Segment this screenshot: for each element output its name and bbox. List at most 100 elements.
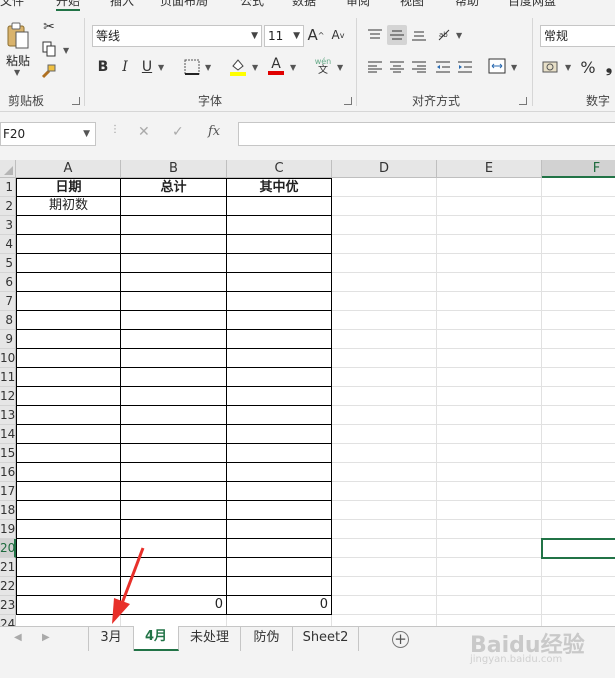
cell-f6[interactable] bbox=[542, 273, 615, 292]
row-header-1[interactable]: 1 bbox=[0, 178, 16, 197]
row-header-18[interactable]: 18 bbox=[0, 501, 16, 520]
italic-button[interactable]: I bbox=[116, 57, 134, 77]
row-header-13[interactable]: 13 bbox=[0, 406, 16, 425]
cell-a8[interactable] bbox=[16, 311, 121, 330]
font-name-combo[interactable]: 等线 ▼ bbox=[92, 25, 262, 47]
cell-b10[interactable] bbox=[121, 349, 227, 368]
cell-d18[interactable] bbox=[332, 501, 437, 520]
cell-f13[interactable] bbox=[542, 406, 615, 425]
cell-e14[interactable] bbox=[437, 425, 542, 444]
cell-a23[interactable] bbox=[16, 596, 121, 615]
cell-e11[interactable] bbox=[437, 368, 542, 387]
cell-d1[interactable] bbox=[332, 178, 437, 197]
cell-a4[interactable] bbox=[16, 235, 121, 254]
orientation-icon[interactable]: ab bbox=[435, 25, 455, 45]
tab-file[interactable]: 文件 bbox=[0, 0, 24, 9]
tab-help[interactable]: 帮助 bbox=[455, 0, 479, 9]
worksheet-grid[interactable]: ABCDEF 1 2 3 4 5 6 7 8 9 10 11 12 13 14 15 16 17 18 19 20 21… bbox=[0, 160, 615, 626]
cell-f3[interactable] bbox=[542, 216, 615, 235]
cell-b1[interactable]: 总计 bbox=[121, 178, 227, 197]
cell-b19[interactable] bbox=[121, 520, 227, 539]
cell-b12[interactable] bbox=[121, 387, 227, 406]
cell-d14[interactable] bbox=[332, 425, 437, 444]
cell-f17[interactable] bbox=[542, 482, 615, 501]
format-painter-icon[interactable] bbox=[40, 62, 58, 80]
orientation-dropdown-icon[interactable]: ▼ bbox=[456, 31, 462, 40]
column-header-f[interactable]: F bbox=[542, 160, 615, 178]
row-header-2[interactable]: 2 bbox=[0, 197, 16, 216]
fill-color-icon[interactable] bbox=[228, 55, 248, 77]
row-header-3[interactable]: 3 bbox=[0, 216, 16, 235]
cell-d9[interactable] bbox=[332, 330, 437, 349]
cell-a9[interactable] bbox=[16, 330, 121, 349]
cell-c6[interactable] bbox=[227, 273, 332, 292]
cell-c14[interactable] bbox=[227, 425, 332, 444]
tab-home[interactable]: 开始 bbox=[56, 0, 81, 11]
cell-b18[interactable] bbox=[121, 501, 227, 520]
cell-d5[interactable] bbox=[332, 254, 437, 273]
cell-d24[interactable] bbox=[332, 615, 437, 626]
align-right-icon[interactable] bbox=[409, 57, 429, 77]
accounting-dropdown-icon[interactable]: ▼ bbox=[565, 63, 571, 72]
copy-dropdown-icon[interactable]: ▼ bbox=[63, 46, 69, 55]
cell-e9[interactable] bbox=[437, 330, 542, 349]
row-header-7[interactable]: 7 bbox=[0, 292, 16, 311]
paste-icon[interactable] bbox=[4, 20, 32, 52]
cell-e10[interactable] bbox=[437, 349, 542, 368]
row-header-8[interactable]: 8 bbox=[0, 311, 16, 330]
cell-f5[interactable] bbox=[542, 254, 615, 273]
cancel-entry-icon[interactable]: ✕ bbox=[138, 124, 150, 140]
cell-e24[interactable] bbox=[437, 615, 542, 626]
cell-e6[interactable] bbox=[437, 273, 542, 292]
cell-d21[interactable] bbox=[332, 558, 437, 577]
cell-d4[interactable] bbox=[332, 235, 437, 254]
cell-e18[interactable] bbox=[437, 501, 542, 520]
cell-f4[interactable] bbox=[542, 235, 615, 254]
cell-a2[interactable]: 期初数 bbox=[16, 197, 121, 216]
tab-baidu-netdisk[interactable]: 百度网盘 bbox=[508, 0, 556, 9]
cell-a18[interactable] bbox=[16, 501, 121, 520]
insert-function-icon[interactable]: fx bbox=[208, 124, 220, 139]
align-center-icon[interactable] bbox=[387, 57, 407, 77]
row-header-4[interactable]: 4 bbox=[0, 235, 16, 254]
cell-e3[interactable] bbox=[437, 216, 542, 235]
cell-e1[interactable] bbox=[437, 178, 542, 197]
cell-d15[interactable] bbox=[332, 444, 437, 463]
cell-d12[interactable] bbox=[332, 387, 437, 406]
cell-d6[interactable] bbox=[332, 273, 437, 292]
increase-indent-icon[interactable] bbox=[455, 57, 475, 77]
cell-a14[interactable] bbox=[16, 425, 121, 444]
cell-a6[interactable] bbox=[16, 273, 121, 292]
cell-f10[interactable] bbox=[542, 349, 615, 368]
cell-f19[interactable] bbox=[542, 520, 615, 539]
paste-dropdown-icon[interactable]: ▼ bbox=[14, 68, 20, 77]
phonetic-guide-button[interactable]: wén 文 bbox=[312, 55, 334, 77]
sheet-tab-sheet2[interactable]: Sheet2 bbox=[293, 627, 359, 651]
cell-c21[interactable] bbox=[227, 558, 332, 577]
name-box[interactable]: F20 ▼ bbox=[0, 122, 96, 146]
font-launcher-icon[interactable] bbox=[344, 97, 352, 105]
column-header-e[interactable]: E bbox=[437, 160, 542, 178]
formula-input[interactable] bbox=[238, 122, 615, 146]
cell-a15[interactable] bbox=[16, 444, 121, 463]
cell-f24[interactable] bbox=[542, 615, 615, 626]
cell-e22[interactable] bbox=[437, 577, 542, 596]
font-color-button[interactable]: A bbox=[266, 55, 286, 77]
alignment-launcher-icon[interactable] bbox=[519, 97, 527, 105]
cell-c12[interactable] bbox=[227, 387, 332, 406]
cell-a20[interactable] bbox=[16, 539, 121, 558]
cell-e19[interactable] bbox=[437, 520, 542, 539]
row-header-11[interactable]: 11 bbox=[0, 368, 16, 387]
cell-b14[interactable] bbox=[121, 425, 227, 444]
column-header-b[interactable]: B bbox=[121, 160, 227, 178]
cell-b24[interactable] bbox=[121, 615, 227, 626]
tab-page-layout[interactable]: 页面布局 bbox=[160, 0, 208, 9]
cell-b22[interactable] bbox=[121, 577, 227, 596]
cell-d8[interactable] bbox=[332, 311, 437, 330]
row-header-19[interactable]: 19 bbox=[0, 520, 16, 539]
cut-icon[interactable]: ✂ bbox=[40, 18, 58, 36]
cell-d20[interactable] bbox=[332, 539, 437, 558]
row-header-12[interactable]: 12 bbox=[0, 387, 16, 406]
cell-e5[interactable] bbox=[437, 254, 542, 273]
column-header-c[interactable]: C bbox=[227, 160, 332, 178]
